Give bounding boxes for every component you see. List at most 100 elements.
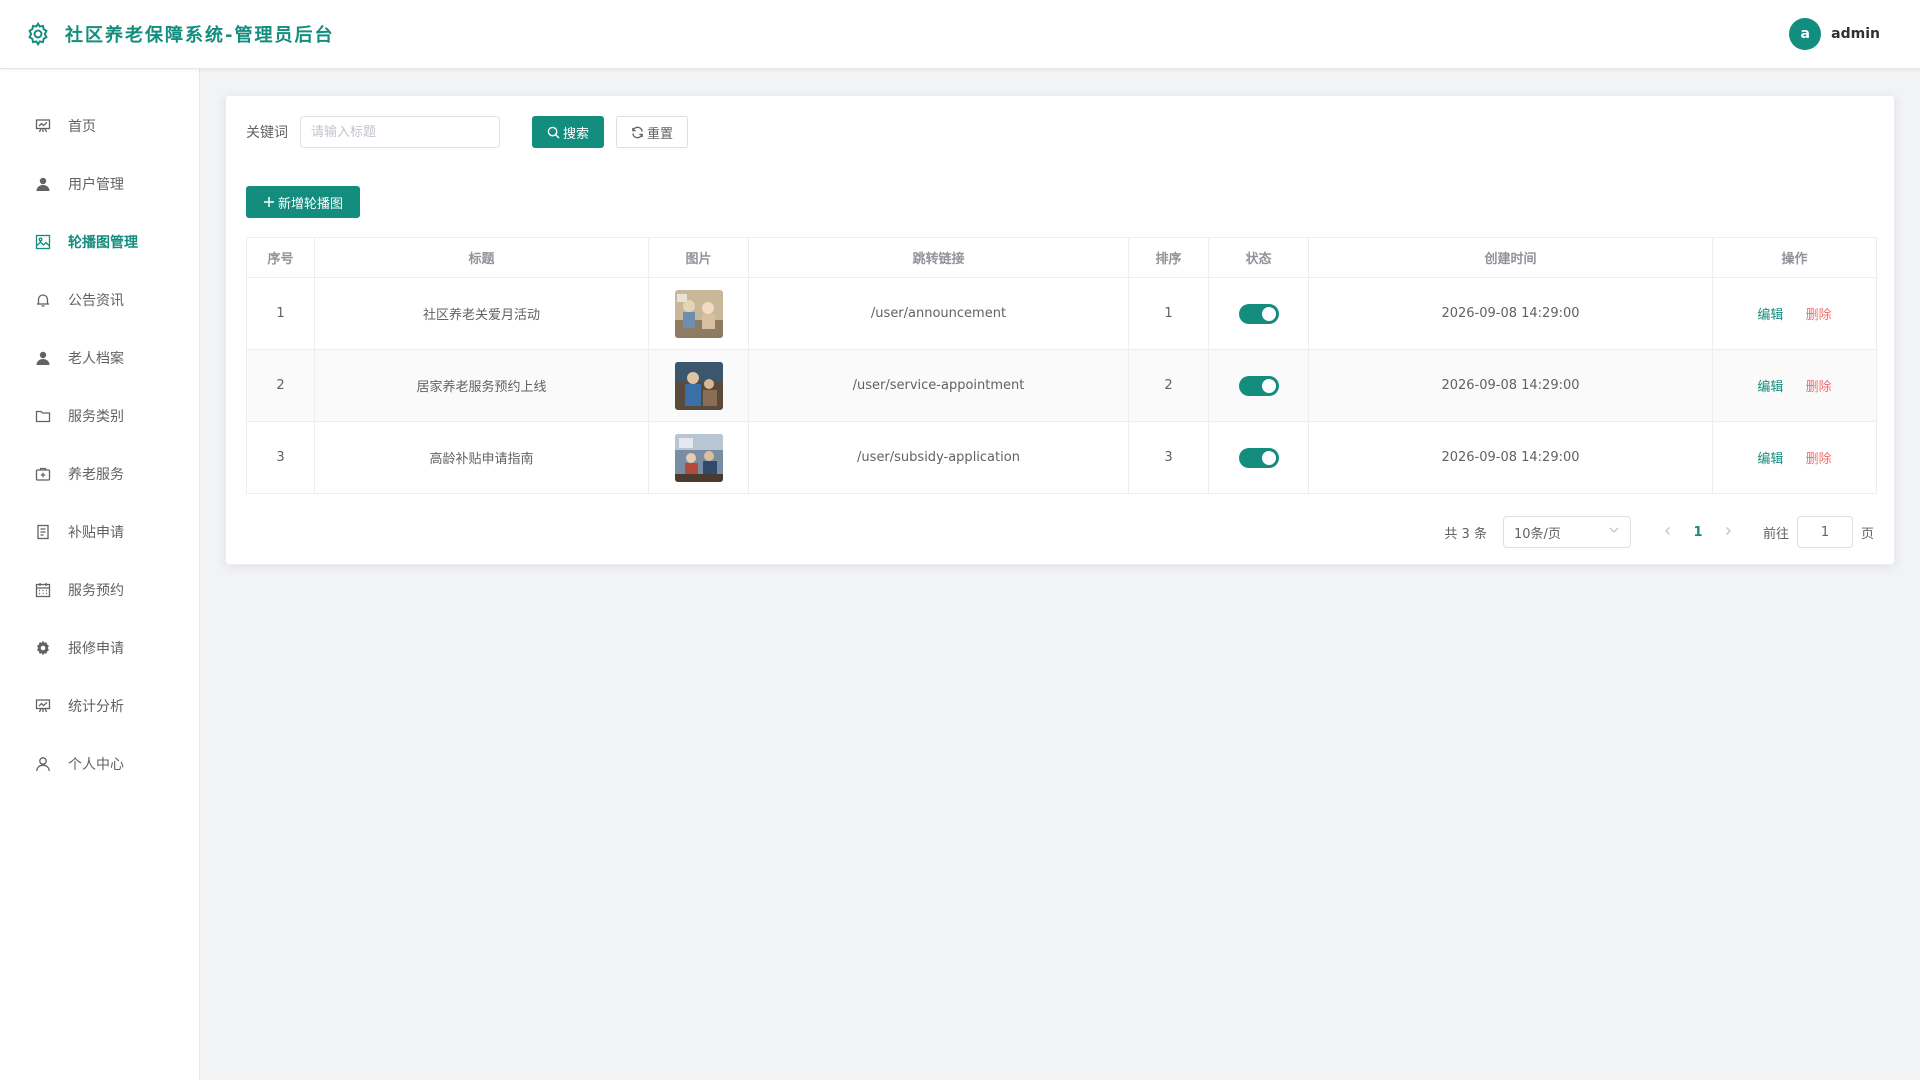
total-count: 共 3 条 <box>1444 526 1487 542</box>
sidebar-item-label: 公告资讯 <box>68 293 124 309</box>
column-header: 跳转链接 <box>748 237 1129 278</box>
avatar[interactable]: a <box>1789 18 1822 50</box>
cell-title: 高龄补贴申请指南 <box>314 421 649 494</box>
cell-index: 2 <box>246 349 315 422</box>
user-outline-icon <box>34 755 52 773</box>
add-carousel-button[interactable]: 新增轮播图 <box>246 186 361 218</box>
goto-page-input[interactable] <box>1796 516 1853 548</box>
carousel-thumbnail[interactable] <box>674 433 723 482</box>
sidebar-item-profile[interactable]: 个人中心 <box>0 735 199 793</box>
chevron-down-icon <box>1608 524 1620 540</box>
status-toggle[interactable] <box>1238 303 1279 324</box>
picture-icon <box>34 233 52 251</box>
table-row: 3 高龄补贴申请指南 /user/subsidy-application 3 2… <box>246 421 1877 494</box>
sidebar-item-users[interactable]: 用户管理 <box>0 155 199 213</box>
sidebar-item-elder-records[interactable]: 老人档案 <box>0 329 199 387</box>
sidebar-item-statistics[interactable]: 统计分析 <box>0 677 199 735</box>
sidebar-item-home[interactable]: 首页 <box>0 97 199 155</box>
gear-icon <box>28 21 48 47</box>
reset-button-label: 重置 <box>647 126 674 142</box>
sidebar-item-subsidy[interactable]: 补贴申请 <box>0 503 199 561</box>
page-size-select[interactable]: 10条/页 <box>1502 516 1631 548</box>
goto-label: 前往 <box>1762 526 1789 542</box>
cell-created: 2026-09-08 14:29:00 <box>1308 277 1713 350</box>
cell-link: /user/service-appointment <box>748 349 1129 422</box>
delete-link[interactable]: 删除 <box>1806 308 1832 323</box>
column-header: 创建时间 <box>1308 237 1713 278</box>
sidebar-item-label: 轮播图管理 <box>68 235 138 251</box>
top-header: 社区养老保障系统-管理员后台 a admin <box>0 0 1920 69</box>
cell-actions: 编辑 删除 <box>1712 421 1877 494</box>
presentation-icon <box>34 697 52 715</box>
status-toggle[interactable] <box>1238 447 1279 468</box>
gear-icon <box>34 639 52 657</box>
prev-page-button[interactable] <box>1653 525 1683 540</box>
sidebar-item-appointments[interactable]: 服务预约 <box>0 561 199 619</box>
delete-link[interactable]: 删除 <box>1806 452 1832 467</box>
edit-link[interactable]: 编辑 <box>1757 380 1783 395</box>
search-button-label: 搜索 <box>563 126 590 142</box>
carousel-table: 序号 标题 图片 跳转链接 排序 状态 创建时间 操作 1 社区养老关爱月活动 … <box>246 237 1877 494</box>
delete-link[interactable]: 删除 <box>1806 380 1832 395</box>
next-page-button[interactable] <box>1713 525 1743 540</box>
bell-icon <box>34 291 52 309</box>
cell-sort: 1 <box>1128 277 1209 350</box>
reset-button[interactable]: 重置 <box>616 116 689 148</box>
keyword-label: 关键词 <box>246 125 288 141</box>
table-row: 2 居家养老服务预约上线 /user/service-appointment 2… <box>246 349 1877 422</box>
cell-index: 3 <box>246 421 315 494</box>
cell-sort: 3 <box>1128 421 1209 494</box>
carousel-thumbnail[interactable] <box>674 361 723 410</box>
first-aid-kit-icon <box>34 465 52 483</box>
sidebar-item-repairs[interactable]: 报修申请 <box>0 619 199 677</box>
sidebar-item-label: 报修申请 <box>68 641 124 657</box>
sidebar-item-label: 首页 <box>68 119 96 135</box>
carousel-thumbnail[interactable] <box>674 289 723 338</box>
sidebar-item-announcements[interactable]: 公告资讯 <box>0 271 199 329</box>
chevron-left-icon <box>1665 526 1670 535</box>
sidebar-item-carousel[interactable]: 轮播图管理 <box>0 213 199 271</box>
sidebar-item-elder-services[interactable]: 养老服务 <box>0 445 199 503</box>
sidebar-item-service-categories[interactable]: 服务类别 <box>0 387 199 445</box>
cell-image <box>648 349 749 422</box>
sidebar-item-label: 统计分析 <box>68 699 124 715</box>
column-header: 图片 <box>648 237 749 278</box>
user-icon <box>34 175 52 193</box>
brand: 社区养老保障系统-管理员后台 <box>25 21 334 47</box>
sidebar-item-label: 老人档案 <box>68 351 124 367</box>
sidebar-item-label: 服务类别 <box>68 409 124 425</box>
keyword-input[interactable] <box>300 116 500 148</box>
app-title: 社区养老保障系统-管理员后台 <box>65 25 335 46</box>
refresh-icon <box>631 126 644 139</box>
cell-actions: 编辑 删除 <box>1712 277 1877 350</box>
edit-link[interactable]: 编辑 <box>1757 308 1783 323</box>
status-toggle[interactable] <box>1238 375 1279 396</box>
column-header: 序号 <box>246 237 315 278</box>
edit-link[interactable]: 编辑 <box>1757 452 1783 467</box>
column-header: 操作 <box>1712 237 1877 278</box>
cell-status <box>1208 421 1309 494</box>
sidebar-item-label: 养老服务 <box>68 467 124 483</box>
presentation-icon <box>34 117 52 135</box>
user-icon <box>34 349 52 367</box>
page-number-current[interactable]: 1 <box>1683 525 1713 540</box>
table-row: 1 社区养老关爱月活动 /user/announcement 1 2026-09… <box>246 277 1877 350</box>
search-icon <box>547 126 560 139</box>
cell-actions: 编辑 删除 <box>1712 349 1877 422</box>
sidebar-item-label: 补贴申请 <box>68 525 124 541</box>
username[interactable]: admin <box>1831 26 1880 42</box>
cell-sort: 2 <box>1128 349 1209 422</box>
sidebar: 首页 用户管理 轮播图管理 公告资讯 老人档案 服务类别 养老服务 补贴申请 服… <box>0 69 200 1080</box>
chevron-right-icon <box>1726 526 1731 535</box>
user-menu[interactable]: a admin <box>1789 18 1880 50</box>
cell-image <box>648 421 749 494</box>
document-icon <box>34 523 52 541</box>
plus-icon <box>263 196 275 208</box>
goto-suffix: 页 <box>1860 526 1874 542</box>
search-button[interactable]: 搜索 <box>532 116 605 148</box>
column-header: 排序 <box>1128 237 1209 278</box>
cell-link: /user/announcement <box>748 277 1129 350</box>
cell-status <box>1208 277 1309 350</box>
cell-created: 2026-09-08 14:29:00 <box>1308 349 1713 422</box>
cell-status <box>1208 349 1309 422</box>
